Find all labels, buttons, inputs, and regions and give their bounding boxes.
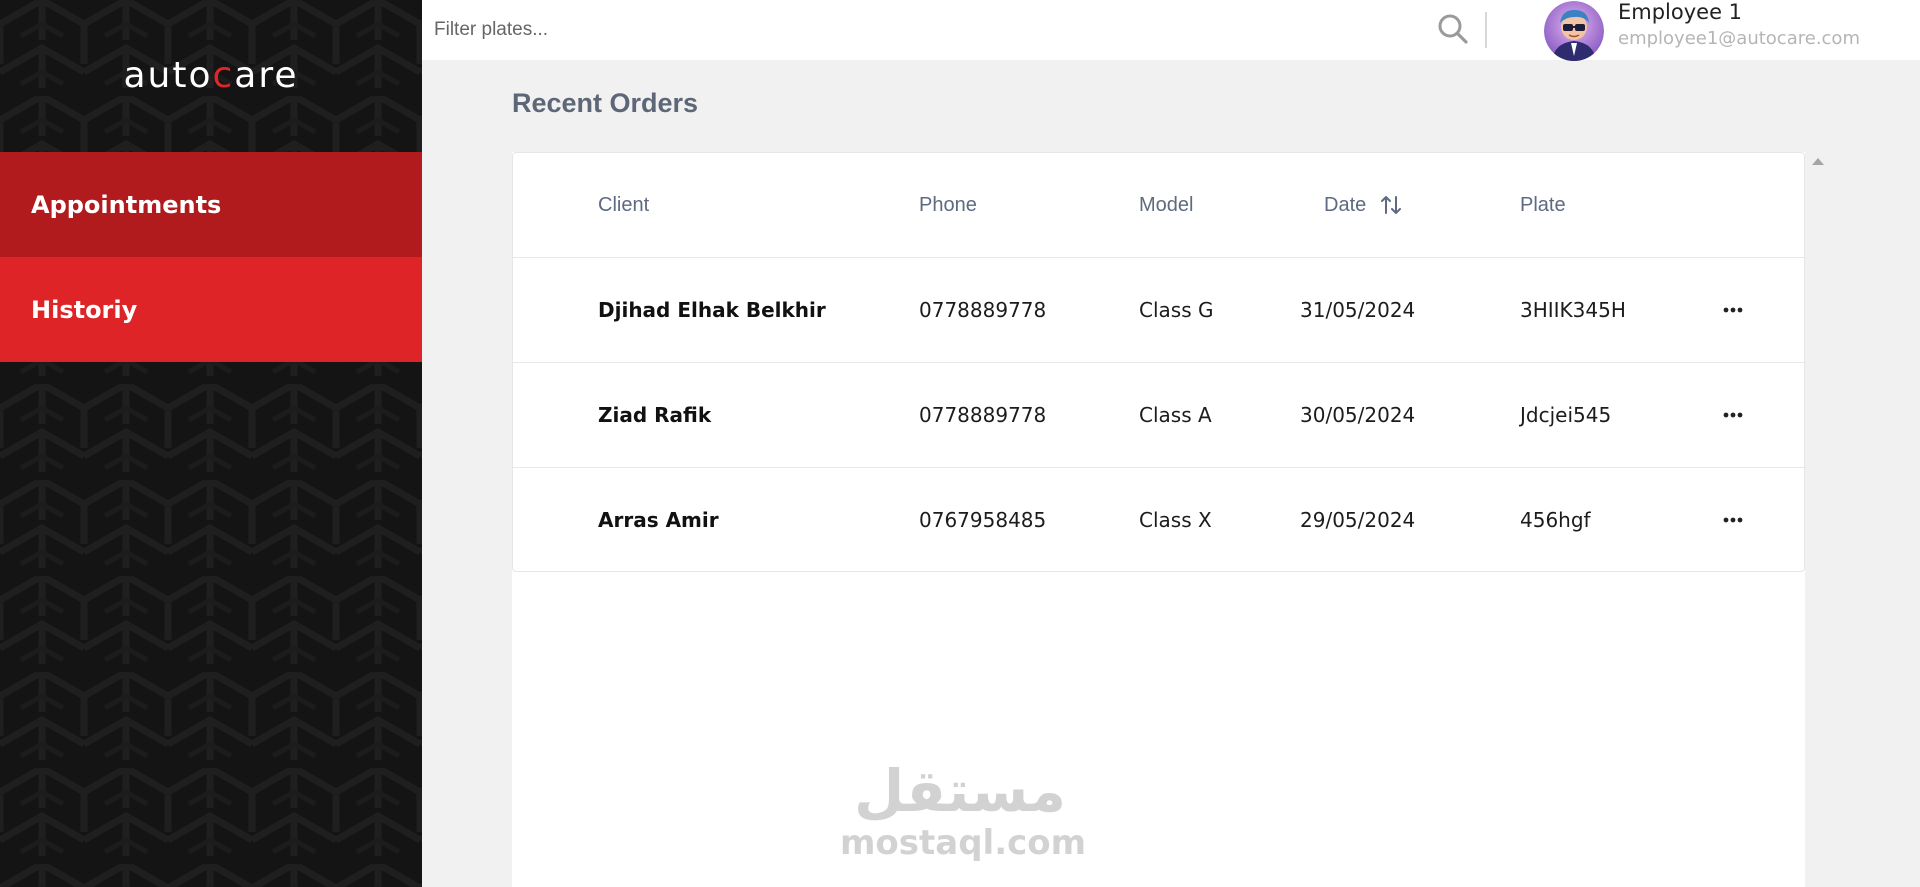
- cell-plate: 3HIIK345H: [1520, 298, 1626, 322]
- avatar[interactable]: [1544, 1, 1604, 61]
- search-icon: [1438, 14, 1468, 44]
- sidebar-pattern: [0, 0, 422, 887]
- watermark-latin: mostaql.com: [840, 823, 1087, 863]
- scroll-up-arrow-icon[interactable]: [1812, 158, 1824, 165]
- sidebar-item-label: Historiy: [31, 295, 138, 324]
- more-horizontal-icon: [1723, 307, 1743, 313]
- cell-client: Ziad Rafik: [598, 403, 712, 427]
- sort-arrows-icon[interactable]: [1380, 194, 1402, 216]
- user-name: Employee 1: [1618, 0, 1743, 24]
- logo-text-right: are: [234, 54, 299, 96]
- user-email: employee1@autocare.com: [1618, 28, 1860, 49]
- cell-model: Class X: [1139, 508, 1212, 532]
- cell-model: Class G: [1139, 298, 1214, 322]
- column-header-plate: Plate: [1520, 193, 1566, 216]
- sidebar-item-label: Appointments: [31, 190, 222, 219]
- table-row[interactable]: Ziad Rafik 0778889778 Class A 30/05/2024…: [513, 363, 1804, 468]
- cell-plate: 456hgf: [1520, 508, 1591, 532]
- more-horizontal-icon: [1723, 517, 1743, 523]
- sidebar: auto c are Appointments Historiy: [0, 0, 422, 887]
- row-actions-button[interactable]: [1718, 468, 1748, 572]
- watermark: مستقل mostaql.com: [840, 756, 1087, 876]
- logo-text-accent: c: [212, 54, 235, 96]
- autocare-logo[interactable]: auto c are: [0, 50, 422, 100]
- page-title: Recent Orders: [512, 88, 699, 118]
- cell-phone: 0767958485: [919, 508, 1047, 532]
- watermark-arabic: مستقل: [853, 757, 1067, 825]
- cell-model: Class A: [1139, 403, 1212, 427]
- more-horizontal-icon: [1723, 412, 1743, 418]
- row-actions-button[interactable]: [1718, 258, 1748, 362]
- cell-client: Djihad Elhak Belkhir: [598, 298, 826, 322]
- filter-plates-input[interactable]: [434, 10, 1434, 50]
- column-header-model: Model: [1139, 193, 1194, 216]
- cell-date: 29/05/2024: [1300, 508, 1416, 532]
- top-bar: Employee 1 employee1@autocare.com: [422, 0, 1920, 61]
- cell-date: 31/05/2024: [1300, 298, 1416, 322]
- cell-date: 30/05/2024: [1300, 403, 1416, 427]
- cell-client: Arras Amir: [598, 508, 719, 532]
- table-row[interactable]: Djihad Elhak Belkhir 0778889778 Class G …: [513, 258, 1804, 363]
- row-actions-button[interactable]: [1718, 363, 1748, 467]
- search-button[interactable]: [1436, 12, 1470, 46]
- topbar-divider: [1485, 12, 1487, 48]
- cell-phone: 0778889778: [919, 298, 1047, 322]
- logo-text-left: auto: [123, 54, 213, 96]
- table-header-row: Client Phone Model Date Plate: [513, 153, 1804, 258]
- column-header-client: Client: [598, 193, 650, 216]
- sidebar-item-appointments[interactable]: Appointments: [0, 152, 422, 257]
- column-header-phone: Phone: [919, 193, 977, 216]
- cell-plate: Jdcjei545: [1520, 403, 1612, 427]
- table-row[interactable]: Arras Amir 0767958485 Class X 29/05/2024…: [513, 468, 1804, 573]
- user-avatar-icon: [1544, 1, 1604, 61]
- cell-phone: 0778889778: [919, 403, 1047, 427]
- sidebar-item-history[interactable]: Historiy: [0, 257, 422, 362]
- column-header-date[interactable]: Date: [1324, 153, 1402, 257]
- orders-table: Client Phone Model Date Plate Djihad Elh…: [512, 152, 1805, 572]
- column-header-date-label: Date: [1324, 193, 1367, 216]
